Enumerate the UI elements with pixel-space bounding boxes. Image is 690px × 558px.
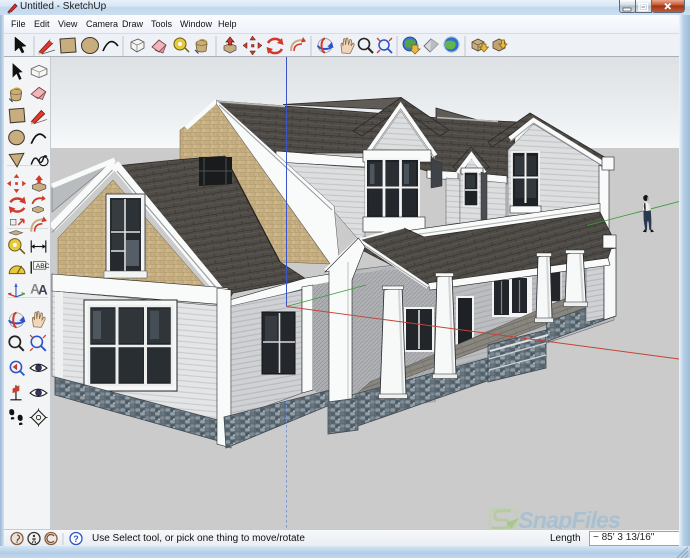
svg-text:ABC: ABC bbox=[36, 263, 50, 270]
svg-text:?: ? bbox=[73, 534, 79, 544]
svg-text:A: A bbox=[38, 283, 48, 298]
svg-text:SnapFiles: SnapFiles bbox=[518, 507, 621, 529]
